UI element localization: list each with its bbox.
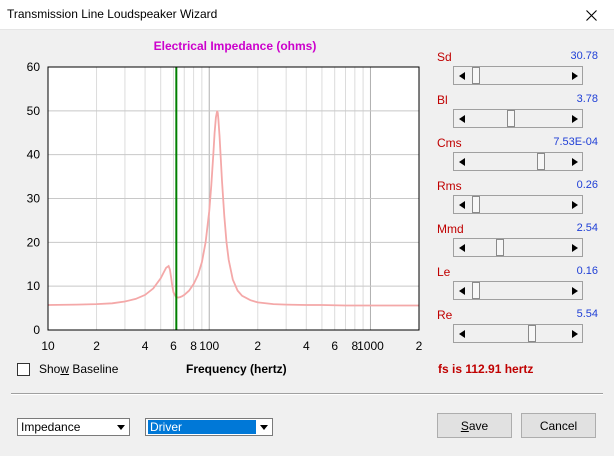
param-slider[interactable] (453, 238, 583, 257)
parameter-panel: Sd 30.78 Bl 3.78 Cms 7.53E-04 Rms 0.26 Mmd 2.54 Le… (437, 48, 601, 349)
slider-thumb[interactable] (537, 153, 546, 170)
x-tick-label: 2 (93, 339, 100, 353)
arrow-right-icon[interactable] (567, 196, 582, 213)
param-label: Cms (437, 136, 462, 150)
arrow-right-icon[interactable] (567, 67, 582, 84)
x-tick-label: 8 (190, 339, 197, 353)
arrow-right-icon[interactable] (567, 239, 582, 256)
param-label: Re (437, 308, 453, 322)
x-tick-label: 6 (331, 339, 338, 353)
y-tick-label: 20 (27, 235, 41, 249)
param-le: Le 0.16 (437, 263, 601, 306)
param-slider[interactable] (453, 66, 583, 85)
slider-thumb[interactable] (471, 67, 480, 84)
y-tick-label: 50 (27, 104, 41, 118)
slider-thumb[interactable] (528, 325, 537, 342)
param-value: 5.54 (576, 308, 598, 320)
window-title: Transmission Line Loudspeaker Wizard (7, 7, 218, 21)
arrow-right-icon[interactable] (567, 325, 582, 342)
checkbox-box[interactable] (17, 362, 30, 376)
x-tick-label: 6 (170, 339, 177, 353)
param-label: Rms (437, 179, 462, 193)
y-tick-label: 30 (27, 192, 41, 206)
x-tick-label: 10 (41, 339, 55, 353)
param-slider[interactable] (453, 195, 583, 214)
chart-title: Electrical Impedance (ohms) (154, 39, 317, 53)
slider-thumb[interactable] (471, 282, 480, 299)
x-tick-label: 4 (303, 339, 310, 353)
arrow-right-icon[interactable] (567, 153, 582, 170)
param-sd: Sd 30.78 (437, 48, 601, 91)
arrow-right-icon[interactable] (567, 110, 582, 127)
fs-readout: fs is 112.91 hertz (438, 362, 534, 376)
plot-type-select[interactable]: Impedance (17, 418, 130, 436)
param-label: Mmd (437, 222, 464, 236)
y-tick-label: 60 (27, 60, 41, 74)
param-slider[interactable] (453, 152, 583, 171)
plot-type-value: Impedance (21, 420, 81, 434)
slider-thumb[interactable] (496, 239, 504, 256)
x-tick-label: 1000 (357, 339, 384, 353)
param-value: 30.78 (570, 50, 598, 62)
param-rms: Rms 0.26 (437, 177, 601, 220)
arrow-left-icon[interactable] (454, 67, 469, 84)
title-bar: Transmission Line Loudspeaker Wizard (0, 0, 614, 30)
show-baseline-label: Show Baseline (39, 362, 119, 376)
arrow-left-icon[interactable] (454, 153, 469, 170)
param-slider[interactable] (453, 324, 583, 343)
param-value: 0.16 (576, 265, 598, 277)
y-tick-label: 0 (33, 323, 40, 337)
impedance-chart: Electrical Impedance (ohms) 010203040506… (27, 39, 423, 353)
slider-thumb[interactable] (506, 110, 515, 127)
param-slider[interactable] (453, 281, 583, 300)
source-value: Driver (148, 420, 256, 434)
arrow-left-icon[interactable] (454, 110, 469, 127)
cancel-button[interactable]: Cancel (521, 413, 596, 438)
param-mmd: Mmd 2.54 (437, 220, 601, 263)
x-tick-label: 4 (142, 339, 149, 353)
arrow-left-icon[interactable] (454, 325, 469, 342)
param-label: Sd (437, 50, 452, 64)
close-icon (585, 9, 597, 21)
chevron-down-icon[interactable] (257, 420, 271, 434)
chevron-down-icon[interactable] (114, 420, 128, 434)
param-value: 0.26 (576, 179, 598, 191)
x-tick-label: 100 (199, 339, 219, 353)
y-tick-label: 40 (27, 148, 41, 162)
source-select[interactable]: Driver (145, 418, 273, 436)
arrow-left-icon[interactable] (454, 282, 469, 299)
param-cms: Cms 7.53E-04 (437, 134, 601, 177)
save-button[interactable]: Save (437, 413, 512, 438)
arrow-left-icon[interactable] (454, 239, 469, 256)
show-baseline-checkbox[interactable]: Show Baseline (17, 362, 118, 376)
slider-thumb[interactable] (471, 196, 480, 213)
param-label: Bl (437, 93, 448, 107)
arrow-right-icon[interactable] (567, 282, 582, 299)
param-re: Re 5.54 (437, 306, 601, 349)
param-slider[interactable] (453, 109, 583, 128)
x-axis-label: Frequency (hertz) (186, 362, 287, 376)
param-bl: Bl 3.78 (437, 91, 601, 134)
separator (11, 393, 603, 395)
y-tick-label: 10 (27, 279, 41, 293)
close-button[interactable] (568, 0, 614, 30)
param-value: 7.53E-04 (553, 136, 598, 148)
param-value: 3.78 (576, 93, 598, 105)
x-tick-label: 2 (416, 339, 423, 353)
arrow-left-icon[interactable] (454, 196, 469, 213)
param-label: Le (437, 265, 451, 279)
x-tick-label: 2 (254, 339, 261, 353)
param-value: 2.54 (576, 222, 598, 234)
